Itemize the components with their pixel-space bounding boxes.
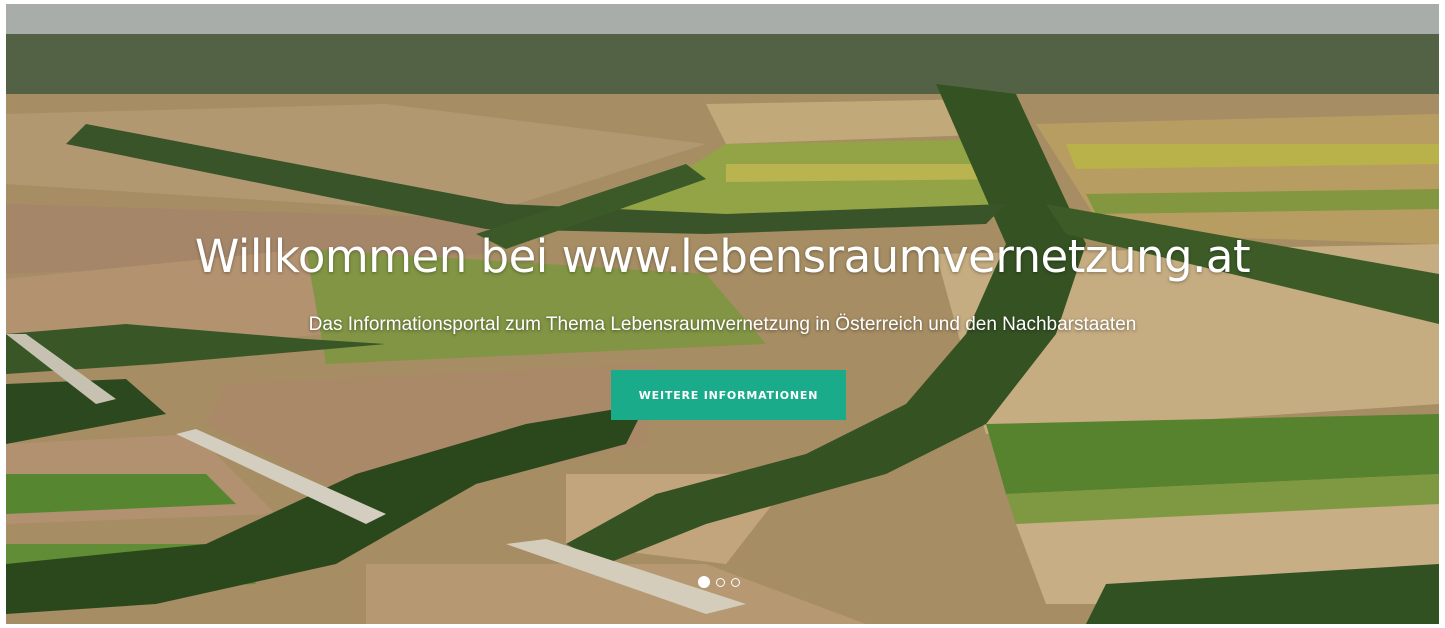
carousel-dot-2[interactable] xyxy=(716,577,725,587)
hero-carousel: Willkommen bei www.lebensraumvernetzung.… xyxy=(6,4,1439,624)
carousel-dot-1[interactable] xyxy=(698,576,710,588)
more-information-button[interactable]: WEITERE INFORMATIONEN xyxy=(611,370,846,420)
hero-title: Willkommen bei www.lebensraumvernetzung.… xyxy=(194,230,1251,283)
carousel-dot-3[interactable] xyxy=(731,577,740,587)
hero-subtitle: Das Informationsportal zum Thema Lebensr… xyxy=(308,314,1137,335)
carousel-indicators xyxy=(698,576,740,588)
